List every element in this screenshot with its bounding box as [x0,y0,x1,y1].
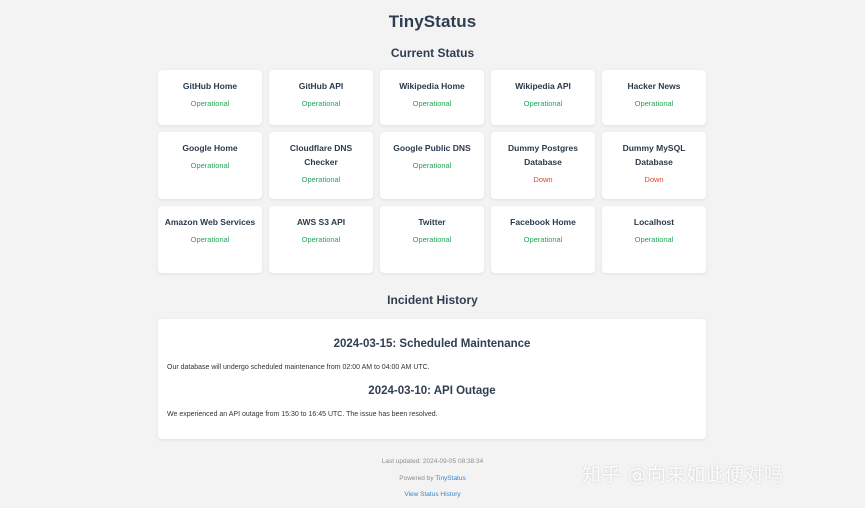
service-status: Operational [301,99,341,108]
service-card: Localhost Operational [602,206,706,273]
service-status: Operational [301,235,341,244]
service-status: Operational [523,99,563,108]
service-status: Operational [523,235,563,244]
service-status: Down [644,175,664,184]
service-card: Dummy Postgres Database Down [491,132,595,199]
service-name: Wikipedia API [515,81,571,91]
service-card: Twitter Operational [380,206,484,273]
service-name: Facebook Home [510,217,576,227]
service-name: Google Public DNS [393,143,471,153]
service-status: Operational [412,99,452,108]
service-card: Amazon Web Services Operational [158,206,262,273]
service-card: Hacker News Operational [602,70,706,125]
service-status: Down [533,175,553,184]
service-grid: GitHub Home Operational GitHub API Opera… [158,70,706,273]
watermark-text: 知乎 @向来如此便对吗 [582,464,784,486]
service-status: Operational [634,99,674,108]
tinystatus-link[interactable]: TinyStatus [435,475,465,482]
service-status: Operational [301,175,341,184]
service-card: Wikipedia Home Operational [380,70,484,125]
service-card: Dummy MySQL Database Down [602,132,706,199]
service-name: Localhost [633,217,675,227]
service-name: Cloudflare DNS Checker [289,143,353,167]
incident-description: Our database will undergo scheduled main… [167,364,430,371]
incident-description: We experienced an API outage from 15:30 … [167,411,438,418]
incident-history-heading: Incident History [387,293,478,307]
service-name: Wikipedia Home [399,81,465,91]
service-status: Operational [634,235,674,244]
service-name: Dummy Postgres Database [508,143,578,167]
service-name: GitHub Home [182,81,238,91]
service-status: Operational [190,161,230,170]
service-name: AWS S3 API [296,217,346,227]
service-name: Dummy MySQL Database [622,143,686,167]
service-status: Operational [412,161,452,170]
service-card: Google Home Operational [158,132,262,199]
service-status: Operational [190,99,230,108]
service-card: GitHub API Operational [269,70,373,125]
page-title: TinyStatus [388,12,477,31]
incident-heading: 2024-03-10: API Outage [368,385,496,397]
service-card: Google Public DNS Operational [380,132,484,199]
incident-panel: 2024-03-15: Scheduled Maintenance Our da… [158,319,706,439]
service-card: AWS S3 API Operational [269,206,373,273]
service-name: Hacker News [627,81,681,91]
service-name: Twitter [418,217,446,227]
status-history-line: View Status History [0,491,865,498]
service-card: Cloudflare DNS Checker Operational [269,132,373,199]
service-status: Operational [412,235,452,244]
status-page: TinyStatus Current Status GitHub Home Op… [0,0,865,508]
service-name: GitHub API [298,81,344,91]
service-name: Google Home [182,143,238,153]
service-status: Operational [190,235,230,244]
service-card: GitHub Home Operational [158,70,262,125]
current-status-heading: Current Status [390,46,475,60]
service-name: Amazon Web Services [164,217,256,227]
service-card: Wikipedia API Operational [491,70,595,125]
powered-by-label: Powered by [399,475,436,482]
view-status-history-link[interactable]: View Status History [404,491,460,498]
service-card: Facebook Home Operational [491,206,595,273]
incident-heading: 2024-03-15: Scheduled Maintenance [333,338,531,350]
